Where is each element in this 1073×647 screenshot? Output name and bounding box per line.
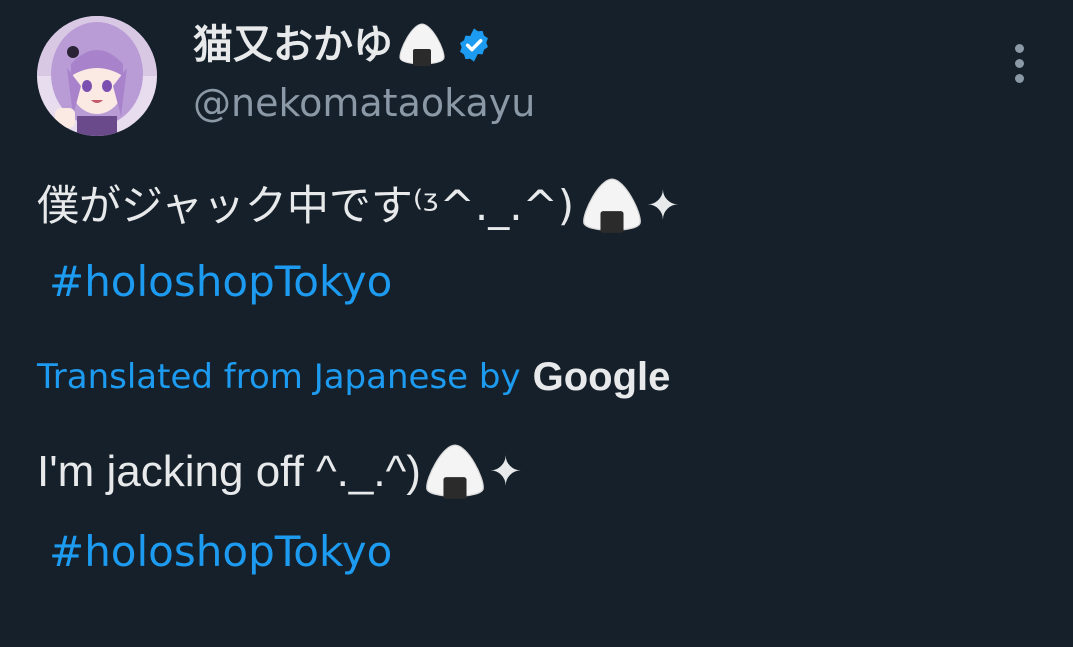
sparkle-emoji: ✦ (488, 450, 523, 494)
tweet-text-line: 僕がジャック中です⁽ᶾ^._.^) ✦ (37, 168, 680, 244)
translated-text-line: I'm jacking off ^._.^) ✦ (37, 432, 522, 512)
avatar[interactable] (37, 16, 157, 136)
tweet-hashtag-line: #holoshopTokyo (37, 244, 680, 320)
rice-ball-emoji (397, 22, 447, 68)
translated-hashtag-line: #holoshopTokyo (37, 512, 522, 592)
more-dot (1015, 59, 1024, 68)
more-vertical-icon[interactable] (1008, 40, 1032, 88)
sparkle-emoji: ✦ (646, 183, 680, 229)
translated-text-body: I'm jacking off ^._.^) (37, 447, 421, 496)
rice-ball-emoji (423, 441, 487, 503)
translated-text: I'm jacking off ^._.^) ✦ #holoshopTokyo (37, 432, 522, 592)
more-dot (1015, 74, 1024, 83)
translation-attribution: Translated from Japanese by Google (37, 350, 670, 404)
user-handle[interactable]: @nekomataokayu (193, 80, 535, 126)
tweet-text-body: 僕がジャック中です⁽ᶾ^._.^) (37, 181, 575, 230)
verified-badge-icon[interactable] (455, 26, 493, 64)
tweet-header: 猫又おかゆ @nekomataokayu (193, 14, 535, 126)
more-dot (1015, 44, 1024, 53)
avatar-image (37, 16, 157, 136)
name-row: 猫又おかゆ (193, 14, 535, 76)
display-name[interactable]: 猫又おかゆ (193, 14, 393, 76)
hashtag-link[interactable]: #holoshopTokyo (49, 244, 392, 320)
hashtag-link[interactable]: #holoshopTokyo (49, 512, 392, 592)
rice-ball-emoji (580, 175, 644, 237)
tweet-text: 僕がジャック中です⁽ᶾ^._.^) ✦ #holoshopTokyo (37, 168, 680, 320)
google-logo: Google (532, 354, 671, 399)
translated-from-link[interactable]: Translated from Japanese by (37, 357, 521, 397)
